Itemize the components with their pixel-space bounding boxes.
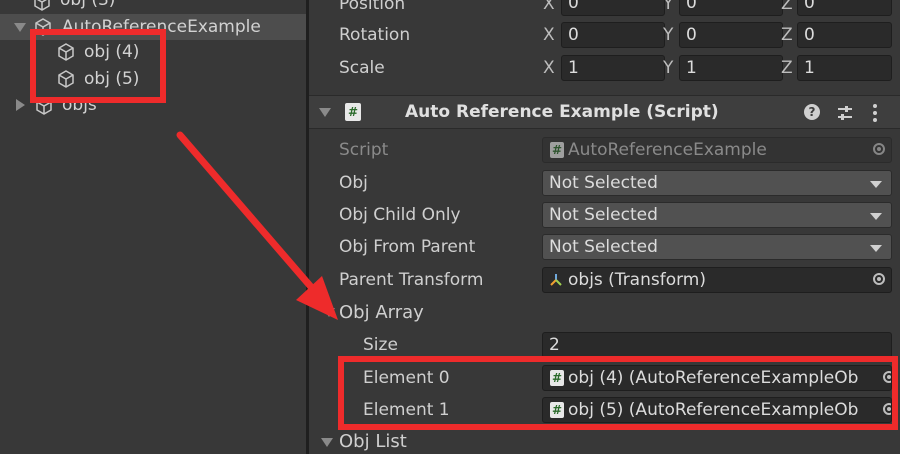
annotation-arrow <box>176 131 338 320</box>
